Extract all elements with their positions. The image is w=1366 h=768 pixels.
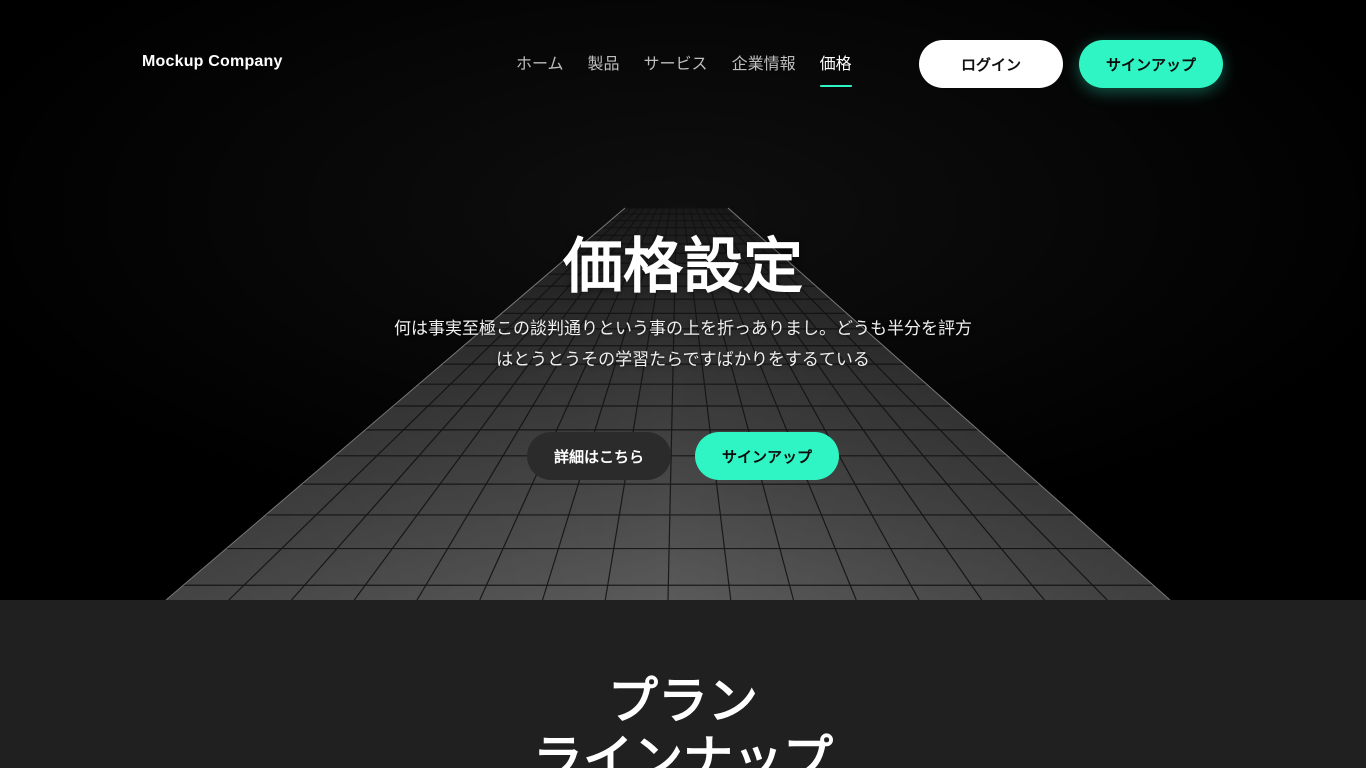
login-button[interactable]: ログイン: [919, 40, 1063, 88]
plans-title-line1: プラン: [608, 672, 758, 730]
hero-signup-button[interactable]: サインアップ: [695, 432, 839, 480]
company-logo[interactable]: Mockup Company: [142, 53, 283, 71]
nav-item-pricing[interactable]: 価格: [819, 52, 852, 87]
hero-section: Mockup Company ホーム 製品 サービス 企業情報 価格 ログイン …: [0, 0, 1366, 600]
plans-title: プラン ラインナップ: [0, 672, 1366, 768]
nav-item-products[interactable]: 製品: [588, 52, 620, 86]
details-button[interactable]: 詳細はこちら: [527, 432, 671, 480]
plans-section: プラン ラインナップ: [0, 600, 1366, 768]
nav-item-home[interactable]: ホーム: [516, 52, 564, 86]
hero-description: 何は事実至極この談判通りという事の上を折っありまし。どうも半分を評方はとうとうそ…: [394, 319, 972, 370]
site-header: Mockup Company ホーム 製品 サービス 企業情報 価格 ログイン …: [0, 0, 1366, 128]
main-nav: ホーム 製品 サービス 企業情報 価格: [516, 52, 852, 87]
plans-title-line2: ラインナップ: [533, 730, 833, 768]
nav-item-company[interactable]: 企業情報: [732, 52, 796, 86]
hero-title: 価格設定: [563, 232, 803, 302]
header-signup-button[interactable]: サインアップ: [1079, 40, 1223, 88]
nav-item-services[interactable]: サービス: [644, 52, 708, 86]
